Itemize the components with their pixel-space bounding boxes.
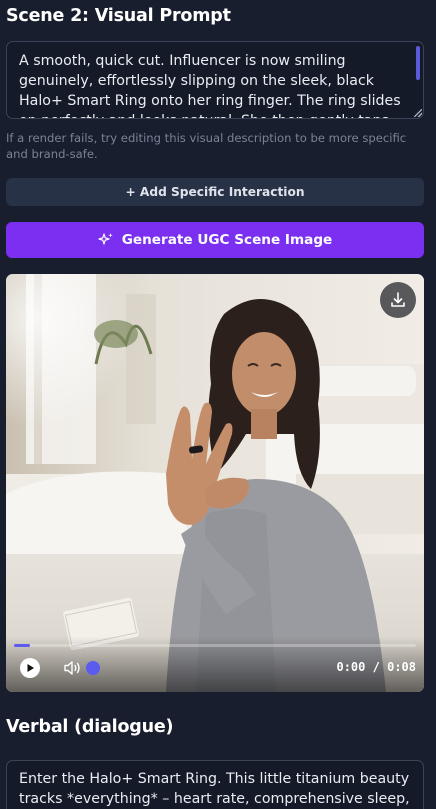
play-button[interactable]: [20, 658, 40, 678]
volume-slider[interactable]: [86, 661, 100, 675]
add-specific-interaction-button[interactable]: + Add Specific Interaction: [6, 178, 424, 206]
resize-handle-icon[interactable]: [414, 109, 422, 117]
scene-video-frame: [6, 274, 424, 692]
dialogue-textarea[interactable]: Enter the Halo+ Smart Ring. This little …: [6, 760, 424, 809]
time-separator: /: [372, 660, 380, 674]
play-icon: [27, 664, 34, 672]
generate-button-label: Generate UGC Scene Image: [121, 232, 333, 248]
render-hint: If a render fails, try editing this visu…: [6, 131, 407, 161]
verbal-dialogue-title: Verbal (dialogue): [6, 717, 174, 737]
current-time: 0:00: [336, 660, 366, 674]
download-button[interactable]: [380, 282, 416, 318]
generate-ugc-scene-image-button[interactable]: Generate UGC Scene Image: [6, 222, 424, 258]
scene-video-player[interactable]: 0:00 / 0:08: [6, 274, 424, 692]
volume-icon[interactable]: [62, 658, 82, 678]
textarea-scrollbar[interactable]: [416, 46, 420, 80]
download-icon: [391, 292, 405, 307]
duration: 0:08: [387, 660, 416, 674]
visual-prompt-textarea[interactable]: A smooth, quick cut. Influencer is now s…: [6, 41, 424, 119]
visual-prompt-text[interactable]: A smooth, quick cut. Influencer is now s…: [19, 51, 411, 118]
video-progress-fill: [14, 644, 31, 647]
sparkle-icon: [98, 233, 113, 245]
dialogue-text[interactable]: Enter the Halo+ Smart Ring. This little …: [19, 769, 415, 809]
video-time-display: 0:00 / 0:08: [336, 660, 416, 674]
scene-title: Scene 2: Visual Prompt: [6, 6, 231, 26]
video-progress-bar[interactable]: [14, 644, 416, 647]
